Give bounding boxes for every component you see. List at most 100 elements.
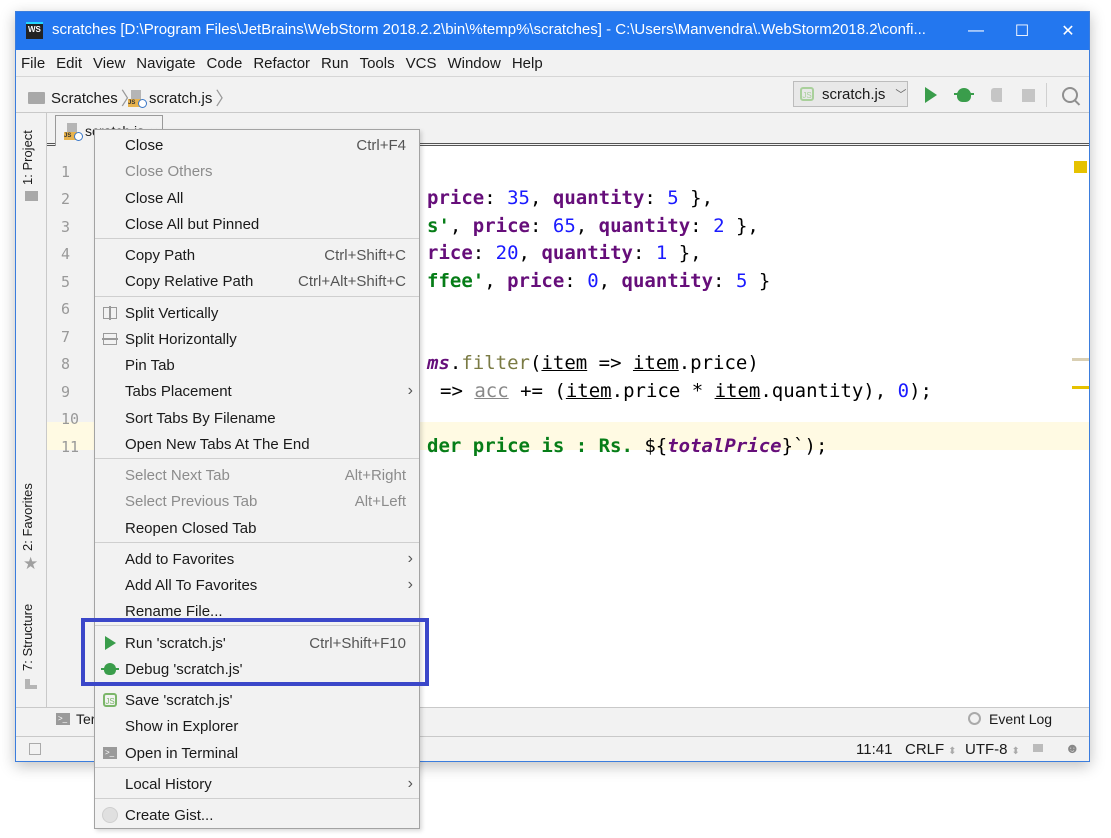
line-number: 2 [61, 190, 71, 208]
inspection-status-icon[interactable] [1074, 161, 1087, 173]
menu-window[interactable]: Window [447, 55, 500, 72]
run-configuration-selector[interactable]: JS scratch.js ﹀ [793, 81, 908, 107]
split-horizontally-icon [102, 333, 118, 345]
star-icon: ★ [23, 554, 39, 573]
github-icon [102, 807, 118, 823]
code-line-3: s', price: 65, quantity: 2 }, [427, 215, 759, 237]
webstorm-app-icon: WS [26, 22, 43, 39]
breadcrumb-scratch-js[interactable]: JS scratch.js 〉 [128, 85, 233, 111]
menu-separator [95, 296, 419, 297]
toolbar-divider [1046, 83, 1047, 107]
encoding-selector[interactable]: UTF-8 ⬍ [965, 741, 1020, 758]
breadcrumb-separator: 〉 [215, 89, 234, 109]
left-tool-window-strip: 1: Project 2: Favorites ★ 7: Structure [16, 113, 47, 707]
search-everywhere-button[interactable] [1059, 84, 1081, 106]
menu-item-add-all-to-favorites[interactable]: Add All To Favorites › [95, 572, 419, 598]
menu-item-save-scratch[interactable]: JS Save 'scratch.js' [95, 687, 419, 713]
menu-file[interactable]: File [21, 55, 45, 72]
line-number: 11 [61, 438, 80, 456]
js-scratch-file-icon: JS [128, 89, 147, 108]
tool-tab-structure[interactable]: 7: Structure [20, 604, 35, 671]
code-line-5: ffee', price: 0, quantity: 5 } [427, 270, 771, 292]
hector-inspector-icon[interactable]: ☻ [1065, 740, 1080, 756]
menu-item-open-new-tabs-at-end[interactable]: Open New Tabs At The End [95, 431, 419, 457]
maximize-button[interactable]: ☐ [999, 12, 1045, 50]
run-configuration-label: scratch.js [822, 85, 886, 103]
menu-separator [95, 458, 419, 459]
menu-item-close-all-but-pinned[interactable]: Close All but Pinned [95, 211, 419, 237]
menu-tools[interactable]: Tools [360, 55, 395, 72]
menu-item-split-horizontally[interactable]: Split Horizontally [95, 326, 419, 352]
menu-separator [95, 798, 419, 799]
line-number: 5 [61, 273, 71, 291]
line-number: 4 [61, 245, 71, 263]
stop-icon [1021, 88, 1035, 102]
line-number: 7 [61, 328, 71, 346]
menu-item-show-in-explorer[interactable]: Show in Explorer [95, 713, 419, 739]
menu-item-pin-tab[interactable]: Pin Tab [95, 352, 419, 378]
error-stripe-marker[interactable] [1072, 386, 1089, 389]
menu-item-tabs-placement[interactable]: Tabs Placement › [95, 378, 419, 404]
nodejs-icon: JS [103, 693, 117, 707]
tool-tab-favorites[interactable]: 2: Favorites [20, 483, 35, 551]
line-number: 8 [61, 355, 71, 373]
menu-item-local-history[interactable]: Local History › [95, 771, 419, 797]
line-separator-selector[interactable]: CRLF ⬍ [905, 741, 957, 758]
error-stripe-marker[interactable] [1072, 358, 1089, 361]
updown-icon: ⬍ [1011, 746, 1020, 757]
menu-item-open-in-terminal[interactable]: >_ Open in Terminal [95, 740, 419, 766]
menu-item-select-next-tab: Select Next Tab Alt+Right [125, 466, 406, 484]
menu-item-add-to-favorites[interactable]: Add to Favorites › [95, 546, 419, 572]
menu-item-close-others: Close Others [125, 162, 213, 180]
menu-item-copy-relative-path[interactable]: Copy Relative Path Ctrl+Alt+Shift+C [95, 268, 419, 294]
breadcrumb-label: scratch.js [149, 89, 213, 107]
folder-icon [28, 92, 45, 104]
submenu-arrow-icon: › [407, 550, 413, 567]
breadcrumb-scratches[interactable]: Scratches 〉 [28, 85, 139, 111]
split-vertically-icon [103, 306, 117, 320]
breadcrumb-label: Scratches [51, 89, 118, 107]
menu-vcs[interactable]: VCS [406, 55, 437, 72]
menu-refactor[interactable]: Refactor [253, 55, 310, 72]
run-icon [925, 87, 937, 103]
structure-icon [25, 679, 37, 689]
menu-item-copy-path[interactable]: Copy Path Ctrl+Shift+C [95, 242, 419, 268]
minimize-button[interactable]: — [953, 12, 999, 50]
tool-tab-event-log[interactable]: Event Log [989, 711, 1052, 727]
terminal-icon: >_ [103, 747, 117, 759]
menu-item-close-all[interactable]: Close All [95, 185, 419, 211]
menu-navigate[interactable]: Navigate [136, 55, 195, 72]
menu-code[interactable]: Code [206, 55, 242, 72]
run-button[interactable] [920, 84, 942, 106]
event-log-icon [968, 712, 981, 725]
tool-tab-terminal[interactable]: Ter [76, 711, 95, 727]
debug-button[interactable] [953, 84, 975, 106]
nodejs-icon: JS [800, 87, 814, 101]
line-number: 3 [61, 218, 71, 236]
menu-item-split-vertically[interactable]: Split Vertically [95, 300, 419, 326]
menu-item-select-previous-tab: Select Previous Tab Alt+Left [125, 492, 406, 510]
menu-item-reopen-closed-tab[interactable]: Reopen Closed Tab [95, 515, 419, 541]
code-line-4: rice: 20, quantity: 1 }, [427, 242, 702, 264]
folder-icon [25, 191, 38, 201]
tool-windows-toggle-icon[interactable] [29, 743, 41, 755]
close-window-button[interactable]: ✕ [1045, 12, 1089, 50]
menu-item-close[interactable]: Close Ctrl+F4 [95, 132, 419, 158]
menu-edit[interactable]: Edit [56, 55, 82, 72]
read-only-lock-icon[interactable] [1033, 744, 1043, 752]
code-line-11: der price is : Rs. ${totalPrice}`); [427, 435, 828, 457]
run-with-coverage-button[interactable] [985, 84, 1007, 106]
menu-help[interactable]: Help [512, 55, 543, 72]
code-line-8: ms.filter(item => item.price) [427, 352, 759, 374]
menu-item-sort-tabs-by-filename[interactable]: Sort Tabs By Filename [95, 405, 419, 431]
tool-tab-project[interactable]: 1: Project [20, 130, 35, 185]
caret-position[interactable]: 11:41 [856, 741, 892, 758]
stop-button[interactable] [1017, 84, 1039, 106]
menu-item-create-gist[interactable]: Create Gist... [95, 802, 419, 828]
line-number: 1 [61, 163, 71, 181]
menu-run[interactable]: Run [321, 55, 349, 72]
menu-view[interactable]: View [93, 55, 125, 72]
code-line-9: => acc += (item.price * item.quantity), … [440, 380, 932, 402]
menu-separator [95, 767, 419, 768]
chevron-down-icon: ﹀ [895, 89, 907, 101]
